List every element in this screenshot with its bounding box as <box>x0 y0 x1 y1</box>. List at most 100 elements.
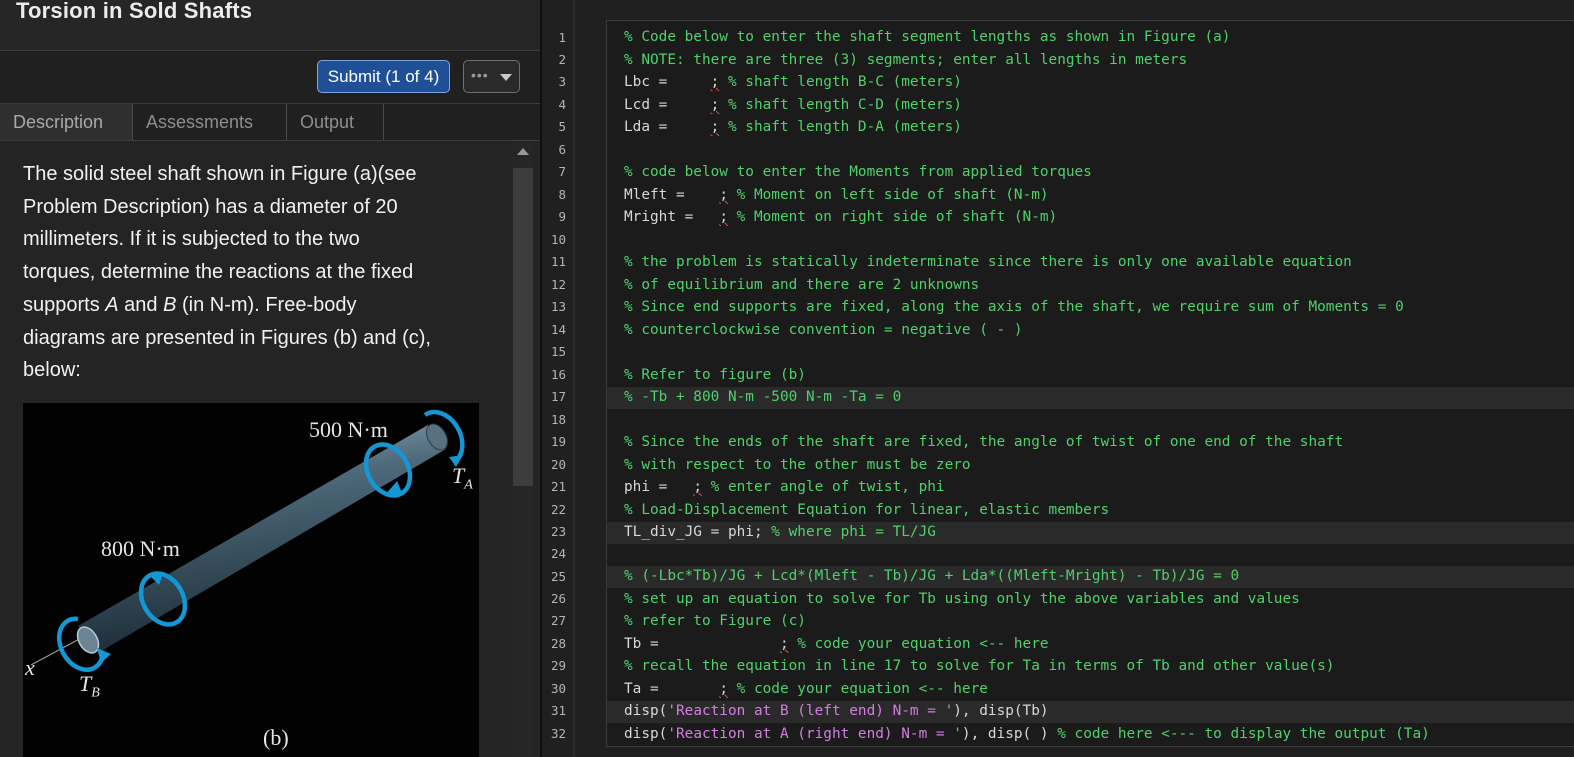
code-line-7[interactable]: % code below to enter the Moments from a… <box>624 164 1092 180</box>
code-text: Lda = <box>624 119 711 135</box>
code-semicolon: ; <box>710 74 720 90</box>
description-scrollbar[interactable] <box>512 142 534 757</box>
line-number: 30 <box>550 681 566 696</box>
code-line-12[interactable]: % of equilibrium and there are 2 unknown… <box>624 277 979 293</box>
code-semicolon: ; <box>719 681 728 697</box>
line-number-gutter: 1 2 3 4 5 6 7 8 9 10 11 12 13 14 15 16 1… <box>542 0 572 757</box>
code-line-31[interactable]: disp('Reaction at B (left end) N-m = '),… <box>624 703 1049 719</box>
code-line-20[interactable]: % with respect to the other must be zero <box>624 457 971 473</box>
code-line-8[interactable]: Mleft = ; % Moment on left side of shaft… <box>624 187 1049 203</box>
code-line-32[interactable]: disp('Reaction at A (right end) N-m = ')… <box>624 726 1430 742</box>
line-number: 16 <box>550 367 566 382</box>
code-line-3[interactable]: Lbc = ; % shaft length B-C (meters) <box>624 74 962 90</box>
code-text: Mleft = <box>624 187 720 203</box>
torque-500-label: 500 N·m <box>309 417 388 442</box>
line-number: 1 <box>558 30 566 45</box>
line-number: 28 <box>550 636 566 651</box>
line-number: 7 <box>558 164 566 179</box>
code-line-30[interactable]: Ta = ; % code your equation <-- here <box>624 681 988 697</box>
title-bar: Torsion in Sold Shafts <box>0 0 540 51</box>
line-number: 2 <box>558 52 566 67</box>
x-axis-label: x <box>25 655 35 680</box>
line-number: 29 <box>550 658 566 673</box>
line-number: 20 <box>550 457 566 472</box>
code-line-17[interactable]: % -Tb + 800 N-m -500 N-m -Ta = 0 <box>624 389 901 405</box>
code-line-13[interactable]: % Since end supports are fixed, along th… <box>624 299 1404 315</box>
code-text: Lbc = <box>624 74 711 90</box>
tab-bar: Description Assessments Output <box>0 104 540 141</box>
code-comment: % Moment on right side of shaft (N-m) <box>727 209 1058 225</box>
tab-assessments[interactable]: Assessments <box>133 104 287 140</box>
line-number: 13 <box>550 299 566 314</box>
line-number: 4 <box>558 97 566 112</box>
ta-letter: T <box>452 463 465 488</box>
code-semicolon: ; <box>779 636 789 652</box>
line-number: 22 <box>550 502 566 517</box>
code-line-2[interactable]: % NOTE: there are three (3) segments; en… <box>624 52 1187 68</box>
submit-button[interactable]: Submit (1 of 4) <box>317 60 450 93</box>
code-line-4[interactable]: Lcd = ; % shaft length C-D (meters) <box>624 97 962 113</box>
code-comment: % code here <--- to display the output (… <box>1057 726 1430 742</box>
reaction-ta-label: TA <box>452 463 473 493</box>
scroll-up-icon[interactable] <box>517 148 529 155</box>
code-text: disp( <box>624 726 668 742</box>
code-line-28[interactable]: Tb = ; % code your equation <-- here <box>624 636 1049 652</box>
more-options-dropdown[interactable]: ••• <box>463 60 520 93</box>
tab-description[interactable]: Description <box>0 104 133 140</box>
scrollbar-thumb[interactable] <box>513 168 533 486</box>
code-editor[interactable]: 1 2 3 4 5 6 7 8 9 10 11 12 13 14 15 16 1… <box>542 0 1574 757</box>
code-line-29[interactable]: % recall the equation in line 17 to solv… <box>624 658 1334 674</box>
tb-letter: T <box>79 671 92 696</box>
code-area[interactable]: % Code below to enter the shaft segment … <box>606 20 1574 747</box>
line-number: 31 <box>550 703 566 718</box>
code-comment: % where phi = TL/JG <box>762 524 936 540</box>
code-line-9[interactable]: Mright = ; % Moment on right side of sha… <box>624 209 1057 225</box>
problem-panel: Torsion in Sold Shafts Submit (1 of 4) •… <box>0 0 540 757</box>
description-line: Problem Description) has a diameter of 2… <box>23 195 398 218</box>
description-italic-a: A <box>105 293 119 316</box>
code-line-14[interactable]: % counterclockwise convention = negative… <box>624 322 1023 338</box>
tab-output[interactable]: Output <box>287 104 384 140</box>
code-string: 'Reaction at A (right end) N-m = ' <box>667 726 962 742</box>
code-line-21[interactable]: phi = ; % enter angle of twist, phi <box>624 479 945 495</box>
description-line: diagrams are presented in Figures (b) an… <box>23 326 431 349</box>
code-line-1[interactable]: % Code below to enter the shaft segment … <box>624 29 1230 45</box>
code-line-22[interactable]: % Load-Displacement Equation for linear,… <box>624 502 1109 518</box>
code-text: phi = <box>624 479 694 495</box>
shaft-diagram <box>30 409 465 672</box>
code-line-19[interactable]: % Since the ends of the shaft are fixed,… <box>624 434 1343 450</box>
code-line-16[interactable]: % Refer to figure (b) <box>624 367 806 383</box>
code-text: Ta = <box>624 681 720 697</box>
line-number: 18 <box>550 412 566 427</box>
code-semicolon: ; <box>719 209 728 225</box>
code-line-23[interactable]: TL_div_JG = phi; % where phi = TL/JG <box>624 524 936 540</box>
line-number: 17 <box>550 389 566 404</box>
code-comment: % shaft length B-C (meters) <box>719 74 962 90</box>
code-semicolon: ; <box>710 119 720 135</box>
line-number: 25 <box>550 569 566 584</box>
line-number: 23 <box>550 524 566 539</box>
code-comment: % code your equation <-- here <box>727 681 988 697</box>
code-text: Mright = <box>624 209 720 225</box>
code-comment: % code your equation <-- here <box>788 636 1049 652</box>
code-line-5[interactable]: Lda = ; % shaft length D-A (meters) <box>624 119 962 135</box>
code-comment: % shaft length D-A (meters) <box>719 119 962 135</box>
code-comment: % shaft length C-D (meters) <box>719 97 962 113</box>
description-text: supports <box>23 293 106 316</box>
description-line: torques, determine the reactions at the … <box>23 261 414 284</box>
line-number: 15 <box>550 344 566 359</box>
code-line-26[interactable]: % set up an equation to solve for Tb usi… <box>624 591 1300 607</box>
submit-toolbar: Submit (1 of 4) ••• <box>0 51 540 104</box>
code-line-25[interactable]: % (-Lbc*Tb)/JG + Lcd*(Mleft - Tb)/JG + L… <box>624 568 1239 584</box>
line-number: 12 <box>550 277 566 292</box>
code-line-11[interactable]: % the problem is statically indeterminat… <box>624 254 1352 270</box>
line-number: 27 <box>550 613 566 628</box>
code-text: Tb = <box>624 636 780 652</box>
line-number: 6 <box>558 142 566 157</box>
figure-caption: (b) <box>263 725 289 750</box>
code-text: ), disp(Tb) <box>953 703 1049 719</box>
code-semicolon: ; <box>693 479 702 495</box>
code-text: ), disp( ) <box>961 726 1058 742</box>
line-number: 19 <box>550 434 566 449</box>
code-line-27[interactable]: % refer to Figure (c) <box>624 613 806 629</box>
